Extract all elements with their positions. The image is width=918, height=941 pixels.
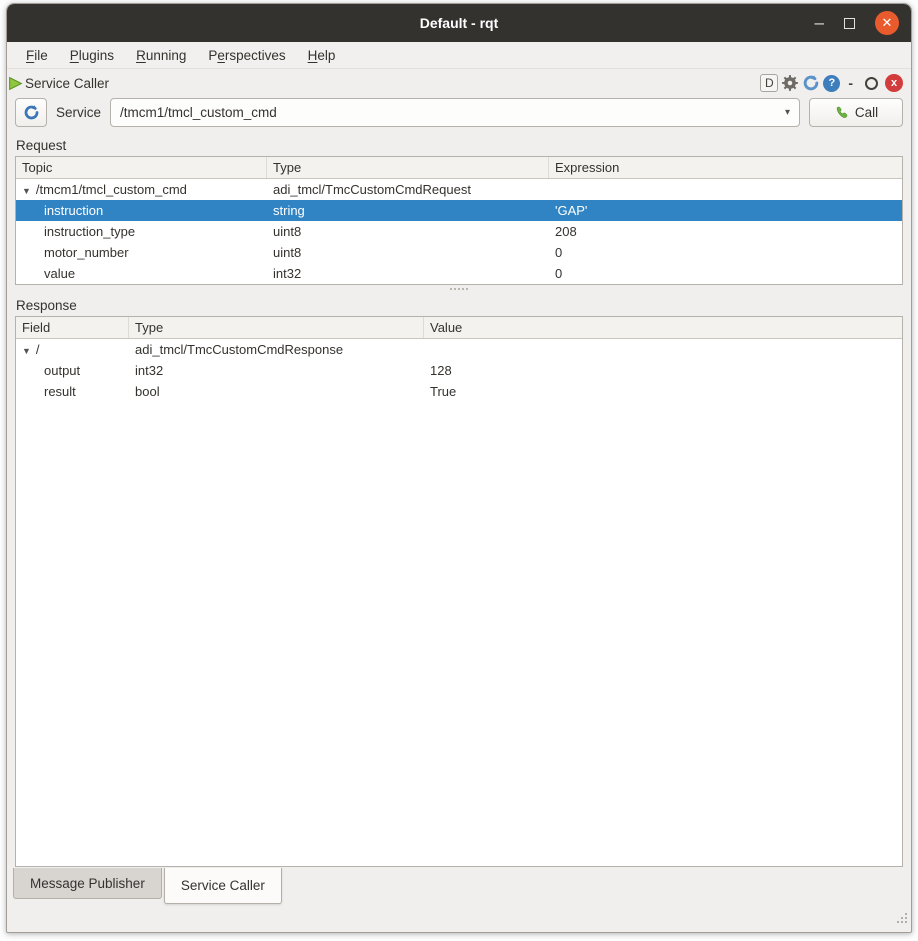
table-row[interactable]: outputint32128 xyxy=(16,360,902,381)
table-row[interactable]: ▼/tmcm1/tmcl_custom_cmdadi_tmcl/TmcCusto… xyxy=(16,179,902,200)
table-row[interactable]: ▼/adi_tmcl/TmcCustomCmdResponse xyxy=(16,339,902,360)
help-icon[interactable]: ? xyxy=(823,75,840,92)
service-combobox-value: /tmcm1/tmcl_custom_cmd xyxy=(120,105,277,120)
menu-perspectives[interactable]: Perspectives xyxy=(199,45,294,66)
splitter-handle[interactable] xyxy=(7,285,911,293)
dock-tab-bar: Message PublisherService Caller xyxy=(7,867,911,907)
maximize-icon[interactable] xyxy=(844,18,855,29)
column-header-expression[interactable]: Expression xyxy=(549,157,902,178)
table-cell: result xyxy=(16,384,129,399)
close-icon[interactable]: ✕ xyxy=(875,11,899,35)
table-cell: 128 xyxy=(424,363,902,378)
column-header-type[interactable]: Type xyxy=(267,157,549,178)
dock-float-icon[interactable] xyxy=(865,77,878,90)
plugin-titlebar: Service Caller D ? - xyxy=(7,69,911,97)
plugin-title: Service Caller xyxy=(25,76,109,91)
dock-close-icon[interactable]: x xyxy=(885,74,903,92)
table-cell: 0 xyxy=(549,245,902,260)
menu-help[interactable]: Help xyxy=(299,45,345,66)
expand-toggle-icon[interactable]: ▼ xyxy=(22,346,31,356)
expand-toggle-icon[interactable]: ▼ xyxy=(22,186,31,196)
plugin-titlebar-icons: D ? - x xyxy=(760,74,903,92)
table-row[interactable]: instruction_typeuint8208 xyxy=(16,221,902,242)
rqt-window: Default - rqt – ✕ FilePluginsRunningPers… xyxy=(6,3,912,933)
table-cell: adi_tmcl/TmcCustomCmdResponse xyxy=(129,342,424,357)
table-cell: 208 xyxy=(549,224,902,239)
service-row: Service /tmcm1/tmcl_custom_cmd ▾ Call xyxy=(7,97,911,133)
dock-minimize-icon[interactable]: - xyxy=(848,75,853,91)
table-row[interactable]: valueint320 xyxy=(16,263,902,284)
service-combobox[interactable]: /tmcm1/tmcl_custom_cmd ▾ xyxy=(110,98,800,127)
reload-plugin-icon[interactable] xyxy=(802,74,820,92)
call-button[interactable]: Call xyxy=(809,98,903,127)
table-cell: motor_number xyxy=(16,245,267,260)
table-cell: value xyxy=(16,266,267,281)
dock-d-button[interactable]: D xyxy=(760,74,778,92)
table-cell: True xyxy=(424,384,902,399)
request-section-label: Request xyxy=(7,133,911,156)
column-header-topic[interactable]: Topic xyxy=(16,157,267,178)
column-header-value[interactable]: Value xyxy=(424,317,902,338)
request-table-header: TopicTypeExpression xyxy=(16,157,902,179)
menu-file[interactable]: File xyxy=(17,45,57,66)
table-cell: adi_tmcl/TmcCustomCmdRequest xyxy=(267,182,549,197)
table-cell: int32 xyxy=(129,363,424,378)
column-header-field[interactable]: Field xyxy=(16,317,129,338)
window-titlebar[interactable]: Default - rqt – ✕ xyxy=(7,4,911,42)
table-cell: instruction_type xyxy=(16,224,267,239)
window-title: Default - rqt xyxy=(7,15,911,31)
table-row[interactable]: resultboolTrue xyxy=(16,381,902,402)
menu-plugins[interactable]: Plugins xyxy=(61,45,123,66)
table-cell: 0 xyxy=(549,266,902,281)
table-cell: output xyxy=(16,363,129,378)
phone-icon xyxy=(834,105,849,120)
table-cell: int32 xyxy=(267,266,549,281)
table-cell: ▼/ xyxy=(16,342,129,357)
response-table-header: FieldTypeValue xyxy=(16,317,902,339)
minimize-icon[interactable]: – xyxy=(815,18,824,28)
table-cell: bool xyxy=(129,384,424,399)
chevron-down-icon[interactable]: ▾ xyxy=(777,107,790,118)
call-button-label: Call xyxy=(855,105,878,120)
settings-gear-icon[interactable] xyxy=(781,74,799,92)
table-cell: instruction xyxy=(16,203,267,218)
column-header-type[interactable]: Type xyxy=(129,317,424,338)
table-row[interactable]: motor_numberuint80 xyxy=(16,242,902,263)
refresh-services-button[interactable] xyxy=(15,98,47,127)
table-cell: uint8 xyxy=(267,245,549,260)
response-table: FieldTypeValue ▼/adi_tmcl/TmcCustomCmdRe… xyxy=(15,316,903,867)
play-icon xyxy=(7,75,24,92)
tab-service-caller[interactable]: Service Caller xyxy=(164,868,282,904)
service-label: Service xyxy=(56,105,101,120)
request-table: TopicTypeExpression ▼/tmcm1/tmcl_custom_… xyxy=(15,156,903,285)
table-cell: ▼/tmcm1/tmcl_custom_cmd xyxy=(16,182,267,197)
table-cell: 'GAP' xyxy=(549,203,902,218)
resize-grip[interactable] xyxy=(895,911,908,929)
table-cell: uint8 xyxy=(267,224,549,239)
status-bar xyxy=(7,907,911,932)
tab-message-publisher[interactable]: Message Publisher xyxy=(13,868,162,899)
menu-running[interactable]: Running xyxy=(127,45,195,66)
response-section-label: Response xyxy=(7,293,911,316)
table-cell: string xyxy=(267,203,549,218)
window-controls: – ✕ xyxy=(815,11,911,35)
menu-bar: FilePluginsRunningPerspectivesHelp xyxy=(7,42,911,69)
table-row[interactable]: instructionstring'GAP' xyxy=(16,200,902,221)
